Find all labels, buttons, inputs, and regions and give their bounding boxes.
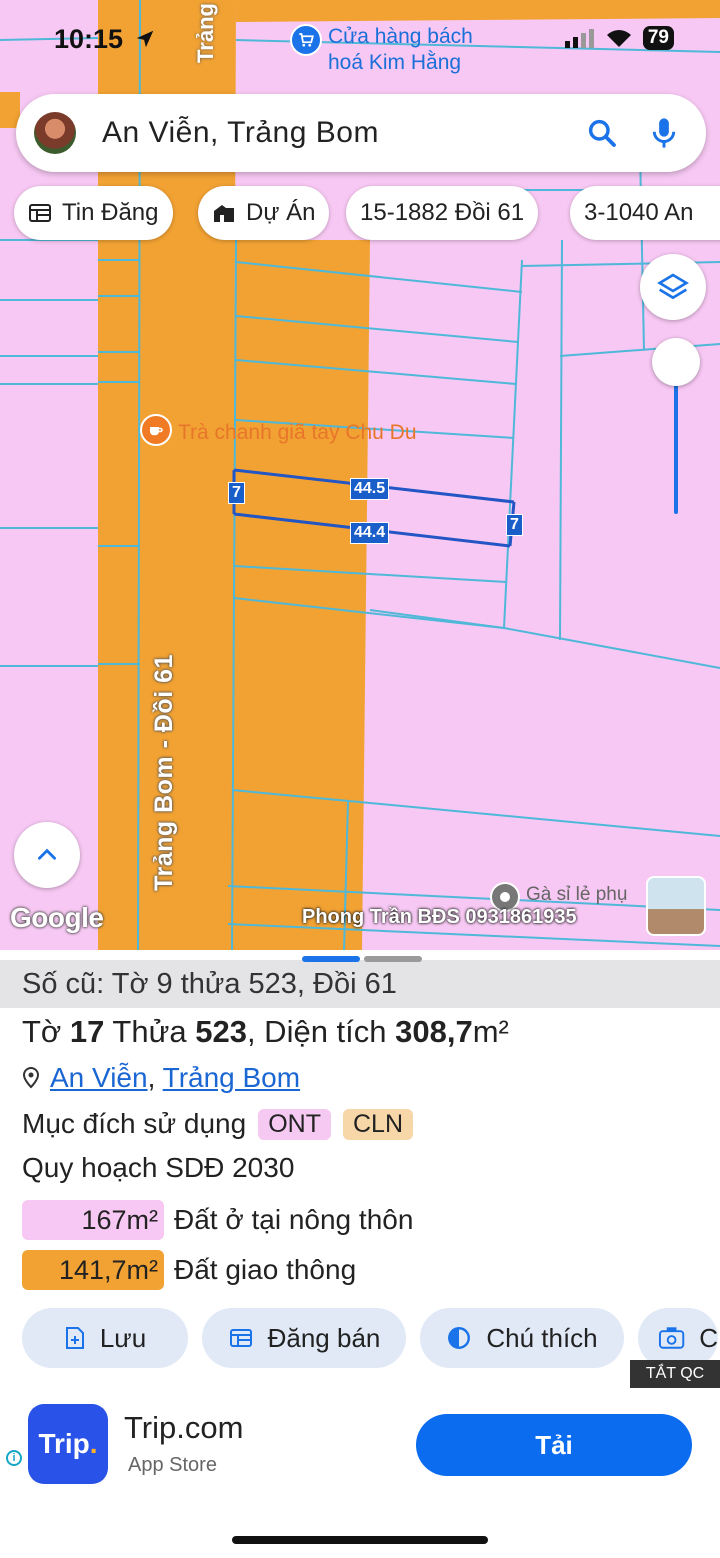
parcel-number: 523 [195, 1014, 247, 1049]
map-view[interactable]: Trảng Trảng Bom - Đồi 61 44.5 44.4 7 7 C… [0, 0, 720, 950]
close-ads-button[interactable]: TẮT QC [630, 1360, 720, 1388]
plan-item-residential: 167m² Đất ở tại nông thôn [22, 1200, 413, 1240]
parcel-location: An Viễn, Trảng Bom [22, 1062, 300, 1094]
purpose-tag-cln[interactable]: CLN [342, 1108, 413, 1140]
chip-label: 3-1040 An [584, 199, 694, 226]
download-button[interactable]: Tải [416, 1414, 692, 1476]
save-button[interactable]: Lưu [22, 1308, 188, 1368]
sheet-number: 17 [69, 1014, 105, 1049]
signal-icon [564, 29, 594, 48]
dimension-right: 7 [506, 514, 523, 536]
microphone-icon[interactable] [644, 113, 684, 153]
logo-dot: . [89, 1428, 98, 1459]
location-pin-icon [22, 1067, 40, 1089]
purpose-label: Mục đích sử dụng [22, 1108, 247, 1139]
plan-area-value: 167m² [22, 1200, 164, 1240]
watermark-photo [646, 876, 706, 936]
area-label: , Diện tích [246, 1014, 396, 1049]
status-bar: 10:15 79 [0, 18, 720, 64]
camera-button[interactable]: C [638, 1308, 718, 1368]
opacity-slider-handle[interactable] [652, 338, 700, 386]
filter-chips: Tin Đăng Dự Án 15-1882 Đồi 61 3-1040 An [14, 186, 720, 242]
ward-link[interactable]: An Viễn [50, 1062, 148, 1093]
chip-label: Dự Án [246, 199, 316, 226]
district-link[interactable]: Trảng Bom [163, 1062, 300, 1093]
area-unit: m² [472, 1014, 509, 1049]
ad-title[interactable]: Trip.com [124, 1410, 243, 1446]
sheet-handle[interactable] [302, 956, 422, 962]
trip-logo[interactable]: Trip. [28, 1404, 108, 1484]
expand-sheet-button[interactable] [14, 822, 80, 888]
listing-icon [229, 1329, 252, 1347]
poi-cafe-label: Trà chanh giã tay Chu Du [178, 421, 417, 444]
handle-active [302, 956, 360, 962]
app-root: Trảng Trảng Bom - Đồi 61 44.5 44.4 7 7 C… [0, 0, 720, 1558]
avatar[interactable] [34, 112, 76, 154]
chip-parcel-1[interactable]: 15-1882 Đồi 61 [346, 186, 539, 240]
google-logo: Google [10, 902, 104, 933]
ad-info-icon[interactable]: i [6, 1450, 22, 1466]
dimension-bottom: 44.4 [350, 522, 390, 544]
save-label: Lưu [99, 1322, 147, 1353]
handle-inactive [364, 956, 422, 962]
legend-label: Chú thích [486, 1322, 598, 1353]
plan-item-traffic: 141,7m² Đất giao thông [22, 1250, 356, 1290]
chip-tin-dang[interactable]: Tin Đăng [14, 186, 173, 240]
camera-icon [658, 1327, 685, 1349]
road-widening [232, 240, 370, 950]
opacity-slider-track[interactable] [674, 380, 678, 514]
search-icon[interactable] [582, 113, 622, 153]
location-separator: , [147, 1062, 163, 1093]
parcel-title: Tờ 17 Thửa 523, Diện tích 308,7m² [22, 1014, 509, 1050]
home-indicator[interactable] [232, 1536, 488, 1544]
layers-icon [657, 273, 689, 300]
dimension-left: 7 [228, 482, 245, 504]
status-icons: 79 [564, 26, 674, 50]
purpose-tag-ont[interactable]: ONT [258, 1108, 331, 1140]
plan-label: Quy hoạch SDĐ 2030 [22, 1152, 295, 1183]
save-icon [65, 1327, 84, 1349]
chevron-up-icon [38, 848, 56, 860]
plan-area-label: Đất giao thông [174, 1254, 357, 1285]
chip-parcel-2[interactable]: 3-1040 An [570, 186, 720, 240]
post-listing-button[interactable]: Đăng bán [202, 1308, 406, 1368]
post-listing-label: Đăng bán [267, 1322, 381, 1353]
listing-icon [28, 202, 52, 224]
plan-area-label: Đất ở tại nông thôn [174, 1204, 414, 1235]
title-prefix: Tờ [22, 1014, 70, 1049]
chip-label: 15-1882 Đồi 61 [360, 199, 525, 226]
parcel-label: Thửa [104, 1014, 196, 1049]
chip-label: Tin Đăng [62, 199, 159, 226]
coffee-cup-icon [140, 414, 172, 446]
action-buttons: Lưu Đăng bán Chú thích C [22, 1308, 718, 1368]
legend-icon [448, 1327, 471, 1349]
battery-level: 79 [642, 26, 674, 50]
layers-button[interactable] [640, 254, 706, 320]
watermark-text: Phong Trần BĐS 0931861935 [302, 906, 577, 928]
chip-du-an[interactable]: Dự Án [198, 186, 330, 240]
ad-subtitle: App Store [128, 1454, 217, 1476]
location-arrow-icon [134, 28, 156, 50]
search-input[interactable]: An Viễn, Trảng Bom [102, 116, 582, 150]
status-time: 10:15 [54, 24, 124, 54]
wifi-icon [606, 30, 631, 47]
road-label: Trảng Bom - Đồi 61 [149, 654, 178, 891]
logo-text: Trip [38, 1428, 90, 1459]
plan-area-value: 141,7m² [22, 1250, 164, 1290]
legend-button[interactable]: Chú thích [420, 1308, 624, 1368]
dimension-top: 44.5 [350, 478, 390, 500]
old-reference: Số cũ: Tờ 9 thửa 523, Đồi 61 [0, 960, 720, 1008]
building-icon [212, 202, 236, 224]
camera-label: C [699, 1322, 718, 1353]
poi-cafe[interactable]: Trà chanh giã tay Chu Du [140, 414, 417, 446]
area-value: 308,7 [395, 1014, 473, 1049]
search-bar[interactable]: An Viễn, Trảng Bom [16, 94, 706, 172]
poi-bottom-label: Gà sỉ lẻ phụ [526, 884, 628, 905]
land-use-purpose: Mục đích sử dụng ONT CLN [22, 1108, 413, 1140]
